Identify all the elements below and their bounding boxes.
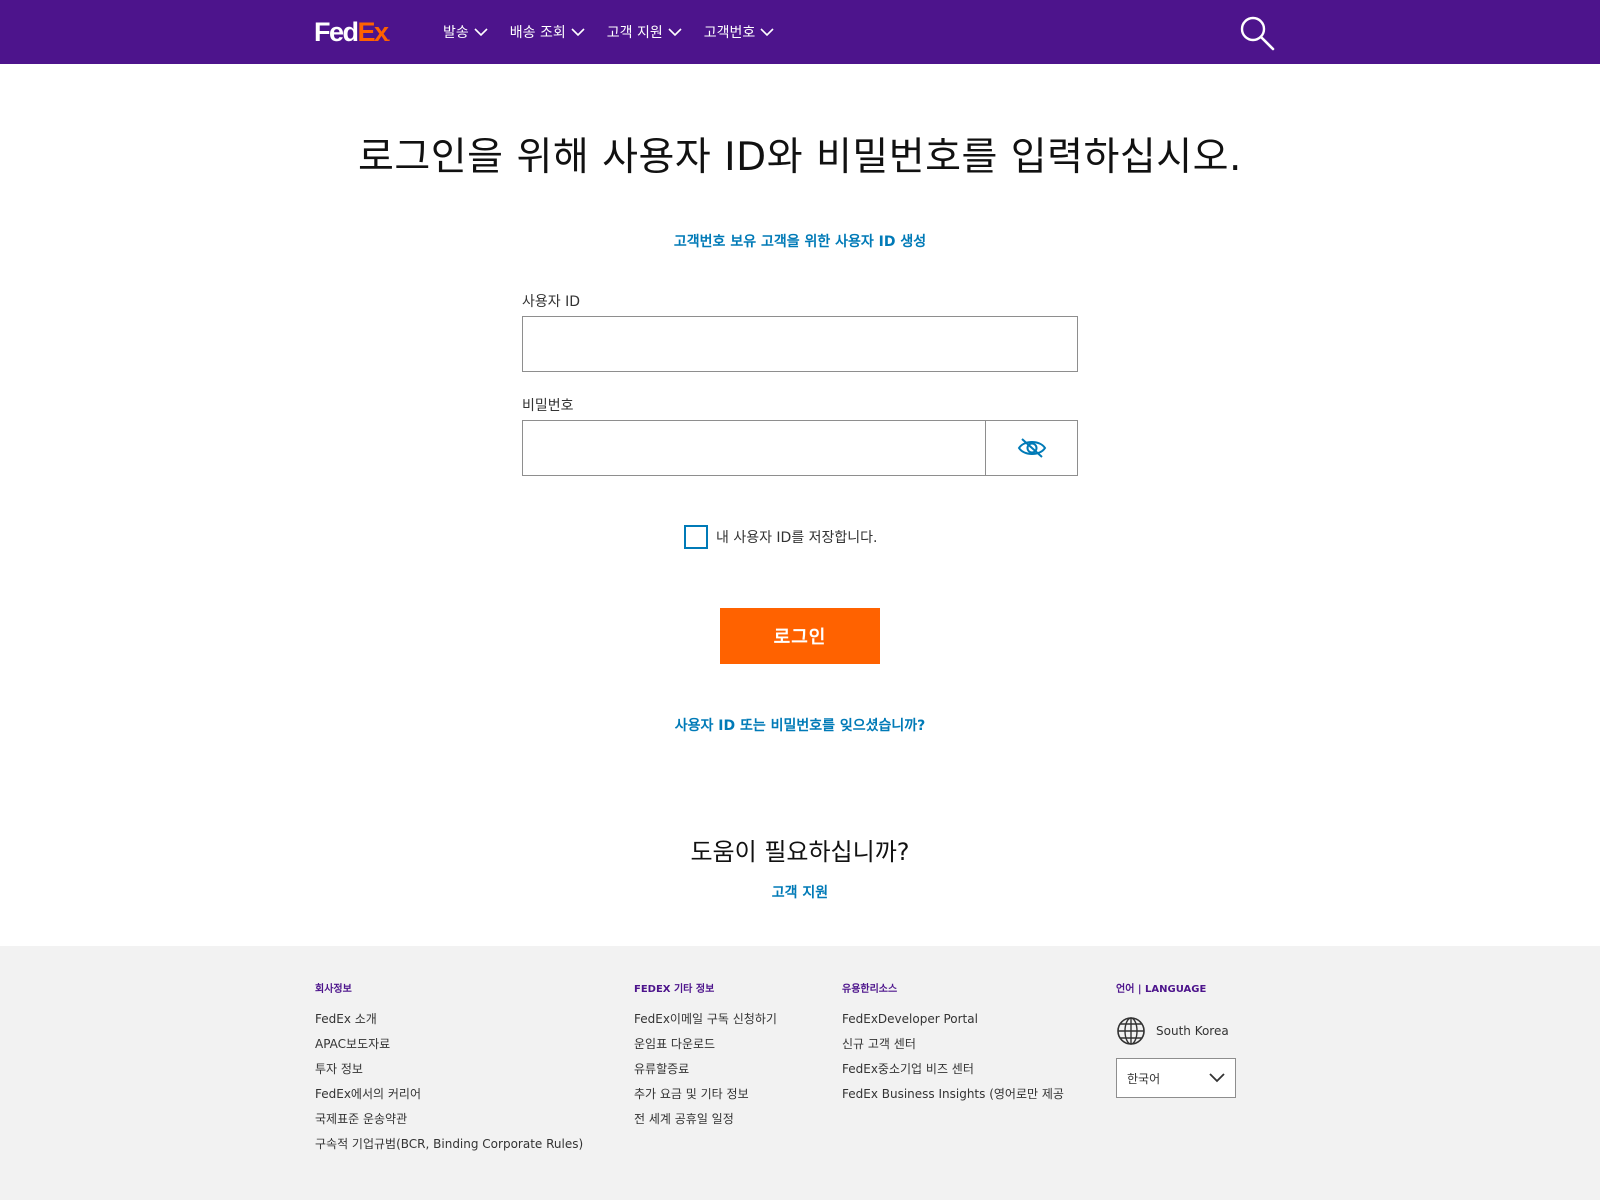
eye-slash-icon <box>1017 438 1046 458</box>
chevron-down-icon <box>571 27 585 36</box>
page-title: 로그인을 위해 사용자 ID와 비밀번호를 입력하십시오. <box>358 135 1242 180</box>
nav-item-label: 발송 <box>443 25 469 41</box>
footer-link[interactable]: APAC보도자료 <box>315 1037 583 1062</box>
nav-item-support[interactable]: 고객 지원 <box>607 22 682 42</box>
footer-heading: FEDEX 기타 정보 <box>634 984 715 995</box>
password-visibility-toggle[interactable] <box>985 421 1077 475</box>
footer-heading: 유용한리소스 <box>842 984 898 995</box>
footer-link[interactable]: 신규 고객 센터 <box>842 1037 1064 1062</box>
create-user-id-link[interactable]: 고객번호 보유 고객을 위한 사용자 ID 생성 <box>0 231 1600 251</box>
footer-col-resources: 유용한리소스 FedExDeveloper Portal 신규 고객 센터 Fe… <box>842 980 1064 1112</box>
footer-link[interactable]: 추가 요금 및 기타 정보 <box>634 1087 777 1112</box>
password-input[interactable] <box>523 421 985 475</box>
footer-link[interactable]: 국제표준 운송약관 <box>315 1112 583 1137</box>
chevron-down-icon <box>474 27 488 36</box>
search-icon[interactable] <box>1238 14 1276 52</box>
footer-link[interactable]: 투자 정보 <box>315 1062 583 1087</box>
nav-item-ship[interactable]: 발송 <box>443 22 488 42</box>
chevron-down-icon <box>760 27 774 36</box>
country-selector[interactable]: South Korea <box>1116 1016 1229 1046</box>
footer-link[interactable]: 전 세계 공휴일 일정 <box>634 1112 777 1137</box>
login-button[interactable]: 로그인 <box>720 608 880 664</box>
footer-link[interactable]: FedEx중소기업 비즈 센터 <box>842 1062 1064 1087</box>
footer-link[interactable]: 유류할증료 <box>634 1062 777 1087</box>
nav-item-account[interactable]: 고객번호 <box>704 22 775 42</box>
password-label: 비밀번호 <box>522 398 574 414</box>
language-select-value: 한국어 <box>1127 1071 1161 1086</box>
globe-icon <box>1117 1017 1145 1045</box>
logo-dot: . <box>387 33 391 44</box>
language-select[interactable]: 한국어 <box>1116 1058 1236 1098</box>
main-nav: 발송 배송 조회 고객 지원 고객번호 <box>443 0 796 64</box>
footer-link[interactable]: 운임표 다운로드 <box>634 1037 777 1062</box>
nav-item-track[interactable]: 배송 조회 <box>510 22 585 42</box>
remember-user-id: 내 사용자 ID를 저장합니다. <box>684 525 878 549</box>
country-label: South Korea <box>1156 1024 1229 1038</box>
footer-col-language: 언어 | LANGUAGE <box>1116 980 1206 1012</box>
footer-heading: 회사정보 <box>315 984 352 995</box>
nav-item-label: 고객 지원 <box>606 25 663 41</box>
remember-checkbox[interactable] <box>684 525 708 549</box>
forgot-credentials-link[interactable]: 사용자 ID 또는 비밀번호를 잊으셨습니까? <box>0 715 1600 735</box>
password-field <box>522 420 1078 476</box>
footer-link[interactable]: 구속적 기업규범(BCR, Binding Corporate Rules) <box>315 1137 583 1162</box>
nav-item-label: 고객번호 <box>703 25 756 41</box>
site-footer <box>0 946 1600 1200</box>
help-heading: 도움이 필요하십니까? <box>690 838 910 866</box>
footer-link[interactable]: FedEx에서의 커리어 <box>315 1087 583 1112</box>
site-header: FedEx. 발송 배송 조회 고객 지원 고객번호 <box>0 0 1600 64</box>
footer-link[interactable]: FedExDeveloper Portal <box>842 1012 1064 1037</box>
footer-col-more: FEDEX 기타 정보 FedEx이메일 구독 신청하기 운임표 다운로드 유류… <box>634 980 777 1137</box>
user-id-label: 사용자 ID <box>522 294 580 310</box>
logo-fed-text: Fed <box>314 17 359 47</box>
customer-support-link[interactable]: 고객 지원 <box>0 882 1600 902</box>
footer-link[interactable]: FedEx Business Insights (영어로만 제공 <box>842 1087 1064 1112</box>
chevron-down-icon <box>668 27 682 36</box>
footer-link[interactable]: FedEx 소개 <box>315 1012 583 1037</box>
remember-label: 내 사용자 ID를 저장합니다. <box>716 530 878 546</box>
footer-link[interactable]: FedEx이메일 구독 신청하기 <box>634 1012 777 1037</box>
footer-col-company: 회사정보 FedEx 소개 APAC보도자료 투자 정보 FedEx에서의 커리… <box>315 980 583 1162</box>
fedex-logo[interactable]: FedEx. <box>314 17 390 54</box>
user-id-input[interactable] <box>522 316 1078 372</box>
nav-item-label: 배송 조회 <box>509 25 566 41</box>
logo-ex-text: Ex <box>357 17 390 47</box>
footer-heading: 언어 | LANGUAGE <box>1116 984 1207 995</box>
chevron-down-icon <box>1209 1073 1225 1083</box>
